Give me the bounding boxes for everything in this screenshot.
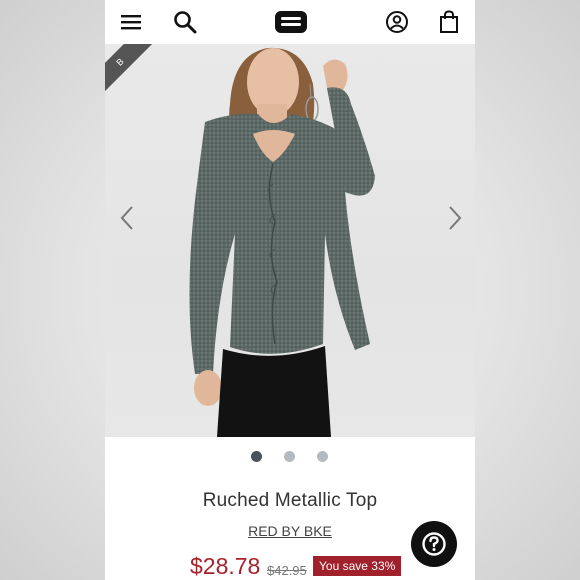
savings-badge: You save 33% — [313, 556, 402, 576]
shopping-bag-icon — [440, 10, 458, 33]
help-button[interactable] — [411, 521, 457, 567]
logo[interactable] — [275, 11, 307, 33]
top-nav — [105, 0, 475, 44]
carousel-dot[interactable] — [251, 451, 262, 462]
chevron-left-icon — [120, 206, 133, 230]
question-mark-icon — [422, 532, 446, 556]
carousel-next-button[interactable] — [445, 204, 465, 232]
original-price: $42.95 — [267, 563, 307, 578]
carousel-dot[interactable] — [284, 451, 295, 462]
search-button[interactable] — [169, 6, 201, 38]
product-image-carousel[interactable]: B — [105, 44, 475, 437]
carousel-dot[interactable] — [317, 451, 328, 462]
product-photo — [189, 47, 375, 437]
phone-screen: B Ruched Metallic Top RED BY BKE $28.78 … — [105, 0, 475, 580]
product-title: Ruched Metallic Top — [202, 490, 378, 511]
menu-button[interactable] — [115, 6, 147, 38]
sale-price: $28.78 — [190, 553, 261, 579]
cart-button[interactable] — [433, 6, 465, 38]
account-icon — [386, 11, 408, 33]
chevron-right-icon — [449, 206, 462, 230]
carousel-indicators — [105, 450, 475, 464]
carousel-prev-button[interactable] — [117, 204, 137, 232]
search-icon — [174, 11, 197, 34]
account-button[interactable] — [381, 6, 413, 38]
menu-icon — [121, 15, 141, 30]
